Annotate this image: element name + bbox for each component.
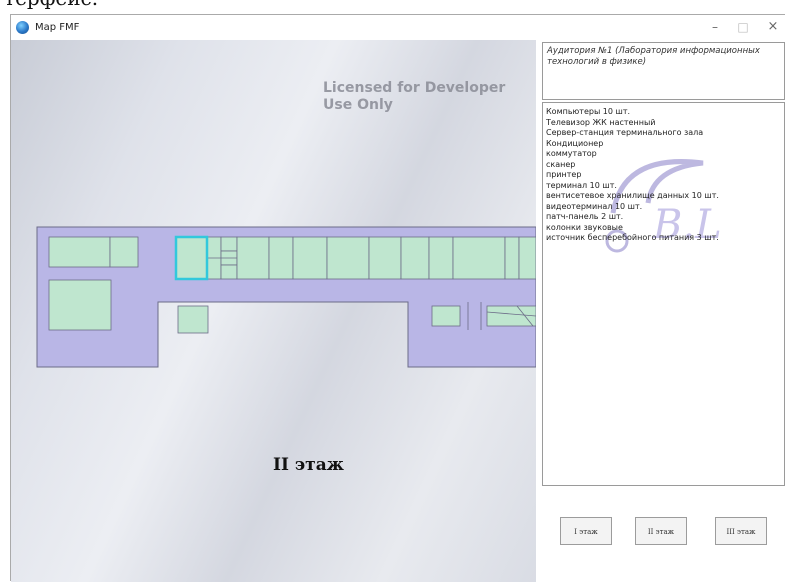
room[interactable] (431, 305, 461, 327)
window-title: Map FMF (35, 22, 80, 33)
room[interactable] (220, 264, 238, 280)
list-item: Компьютеры 10 шт. (546, 107, 631, 116)
globe-icon (16, 21, 29, 34)
list-item: патч-панель 2 шт. (546, 212, 624, 221)
list-item: вентисетевое хранилище данных 10 шт. (546, 191, 719, 200)
floor-label: II этаж (273, 455, 344, 475)
room[interactable] (177, 305, 209, 334)
room[interactable] (504, 236, 520, 280)
room[interactable] (428, 236, 454, 280)
room[interactable] (292, 236, 328, 280)
equipment-box[interactable]: B.L Компьютеры 10 шт. Телевизор ЖК насте… (542, 102, 785, 486)
room[interactable] (268, 236, 294, 280)
room[interactable] (48, 236, 111, 268)
floor-2-button[interactable]: II этаж (635, 517, 687, 545)
room[interactable] (368, 236, 402, 280)
room[interactable] (109, 236, 139, 268)
list-item: сканер (546, 159, 576, 169)
list-item: источник бесперебойного питания 3 шт. (546, 233, 719, 242)
list-item: терминал 10 шт. (546, 180, 617, 190)
room[interactable] (48, 279, 112, 331)
list-item: Телевизор ЖК настенный (546, 117, 656, 127)
background-caption: терфейс. (0, 0, 785, 10)
close-button[interactable]: × (759, 18, 785, 36)
list-item: колонки звуковые (546, 222, 623, 232)
room[interactable] (400, 236, 430, 280)
room[interactable] (220, 236, 238, 252)
room-title-box[interactable]: Аудитория №1 (Лаборатория информационных… (542, 42, 785, 100)
list-item: принтер (546, 170, 582, 179)
list-item: видеотерминал 10 шт. (546, 201, 643, 211)
room[interactable] (452, 236, 506, 280)
list-item: Сервер-станция терминального зала (546, 128, 704, 137)
floor-3-button[interactable]: III этаж (715, 517, 767, 545)
license-watermark: Licensed for Developer Use Only (323, 80, 506, 113)
floor-map-pane: Licensed for Developer Use Only II этаж (11, 40, 536, 582)
room[interactable] (236, 236, 270, 280)
room[interactable] (486, 305, 536, 327)
minimize-button[interactable]: – (701, 18, 729, 36)
list-item: Кондиционер (546, 138, 604, 148)
floor-1-button[interactable]: I этаж (560, 517, 612, 545)
equipment-list: Компьютеры 10 шт. Телевизор ЖК настенный… (546, 107, 781, 244)
maximize-button[interactable]: □ (729, 18, 757, 36)
title-bar: Map FMF – □ × (11, 15, 785, 40)
app-window: Map FMF – □ × Licensed for Developer Use… (10, 14, 785, 582)
room[interactable] (326, 236, 370, 280)
list-item: коммутатор (546, 149, 597, 158)
selected-room[interactable] (174, 235, 209, 281)
info-pane: Аудитория №1 (Лаборатория информационных… (542, 40, 785, 582)
floor-plan (36, 226, 536, 368)
room[interactable] (518, 236, 536, 280)
